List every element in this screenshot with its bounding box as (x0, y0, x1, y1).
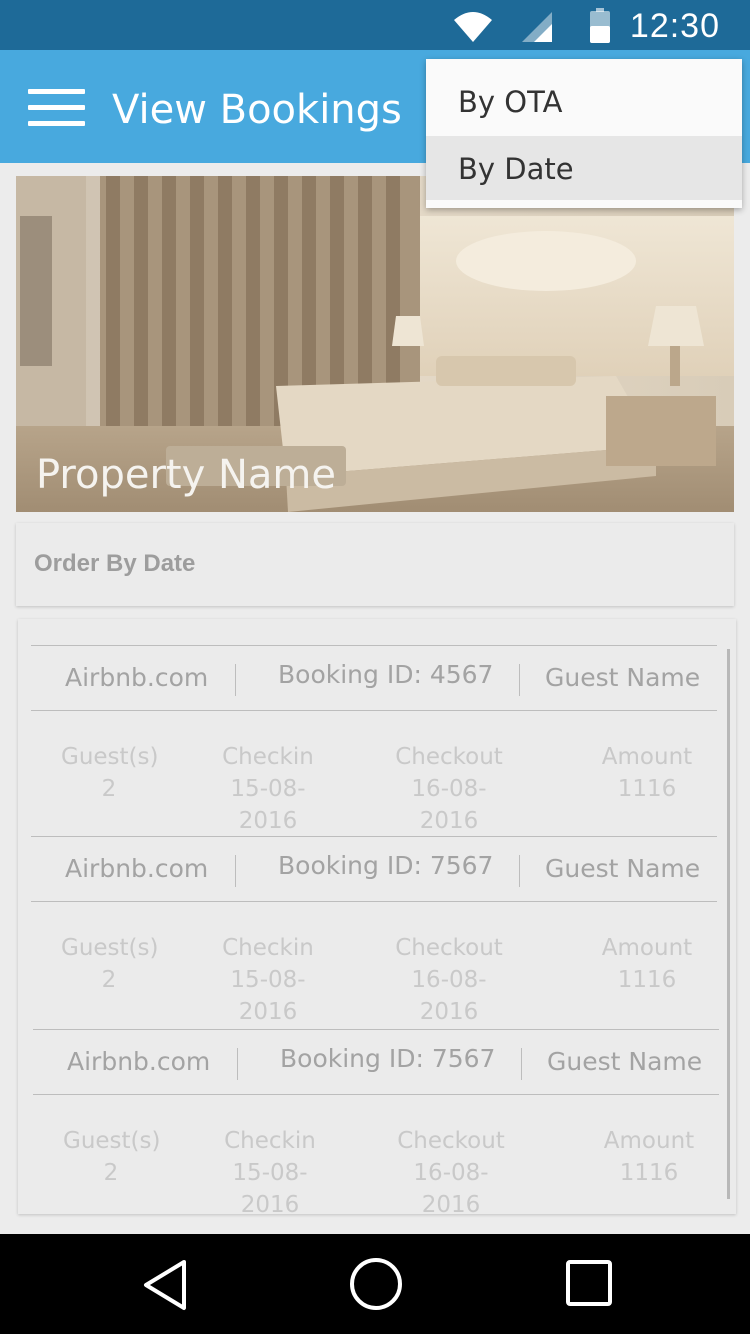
booking-header: Airbnb.com Booking ID: 4567 Guest Name (31, 645, 717, 711)
guest-name: Guest Name (547, 1047, 703, 1076)
booking-details: Guest(s) 2 Checkin 15-08-2016 Checkout 16-08-… (31, 902, 717, 1025)
guests-value: 2 (103, 1160, 119, 1186)
checkin-label: Checkin (222, 935, 314, 961)
status-time: 12:30 (629, 7, 720, 45)
recents-icon[interactable] (564, 1258, 614, 1308)
amount-value: 1116 (619, 1160, 679, 1186)
order-menu: By OTA By Date (426, 59, 742, 208)
divider (521, 1048, 522, 1080)
guest-name: Guest Name (545, 854, 701, 883)
divider (235, 664, 236, 696)
order-by-label: Order By Date (34, 550, 196, 577)
scrollbar[interactable] (727, 649, 730, 1199)
amount-label: Amount (603, 1128, 695, 1154)
checkout-value: 16-08-2016 (411, 967, 487, 1025)
booking-header: Airbnb.com Booking ID: 7567 Guest Name (33, 1029, 719, 1095)
booking-source: Airbnb.com (65, 854, 209, 883)
booking-source: Airbnb.com (65, 663, 209, 692)
checkin-column: Checkin 15-08-2016 (205, 1125, 335, 1221)
divider (519, 855, 520, 887)
amount-value: 1116 (617, 776, 677, 802)
navigation-bar (0, 1234, 750, 1334)
menu-item-label: By OTA (458, 85, 563, 119)
checkout-label: Checkout (397, 1128, 505, 1154)
checkin-label: Checkin (224, 1128, 316, 1154)
content: Property Name Order By Date Airbnb.com Bo… (0, 163, 750, 1234)
home-icon[interactable] (348, 1256, 404, 1312)
checkin-value: 15-08-2016 (230, 776, 306, 834)
page-title: View Bookings (112, 87, 402, 133)
checkin-column: Checkin 15-08-2016 (203, 741, 333, 837)
guests-label: Guest(s) (63, 1128, 161, 1154)
guests-column: Guest(s) 2 (61, 741, 159, 805)
booking-details: Guest(s) 2 Checkin 15-08-2016 Checkout 16-08-… (33, 1095, 719, 1218)
divider (519, 664, 520, 696)
checkout-column: Checkout 16-08-2016 (386, 1125, 516, 1221)
menu-item-by-date[interactable]: By Date (426, 136, 742, 200)
checkout-label: Checkout (395, 935, 503, 961)
booking-header: Airbnb.com Booking ID: 7567 Guest Name (31, 836, 717, 902)
checkout-label: Checkout (395, 744, 503, 770)
back-icon[interactable] (140, 1258, 194, 1312)
amount-value: 1116 (617, 967, 677, 993)
wifi-icon (454, 12, 492, 42)
guests-column: Guest(s) 2 (63, 1125, 161, 1189)
checkout-value: 16-08-2016 (413, 1160, 489, 1218)
battery-icon (590, 8, 610, 43)
checkin-value: 15-08-2016 (230, 967, 306, 1025)
booking-item[interactable]: Airbnb.com Booking ID: 7567 Guest Name Gues… (33, 1029, 719, 1218)
booking-item[interactable]: Airbnb.com Booking ID: 7567 Guest Name Gues… (31, 836, 717, 1025)
divider (237, 1048, 238, 1080)
booking-details: Guest(s) 2 Checkin 15-08-2016 Checkout 16-08-… (31, 711, 717, 834)
signal-icon (522, 12, 552, 42)
guests-label: Guest(s) (61, 744, 159, 770)
booking-item[interactable]: Airbnb.com Booking ID: 4567 Guest Name Gues… (31, 645, 717, 834)
booking-list: Airbnb.com Booking ID: 4567 Guest Name Gues… (18, 619, 736, 1218)
amount-column: Amount 1116 (601, 1125, 697, 1189)
checkout-column: Checkout 16-08-2016 (384, 741, 514, 837)
checkout-column: Checkout 16-08-2016 (384, 932, 514, 1028)
guests-label: Guest(s) (61, 935, 159, 961)
order-by-bar[interactable]: Order By Date (16, 523, 734, 606)
amount-label: Amount (601, 935, 693, 961)
amount-column: Amount 1116 (599, 741, 695, 805)
guest-name: Guest Name (545, 663, 701, 692)
status-bar: 12:30 (0, 0, 750, 50)
checkin-value: 15-08-2016 (232, 1160, 308, 1218)
checkin-column: Checkin 15-08-2016 (203, 932, 333, 1028)
property-image: Property Name (16, 176, 734, 512)
guests-column: Guest(s) 2 (61, 932, 159, 996)
menu-icon[interactable] (28, 89, 85, 127)
checkout-value: 16-08-2016 (411, 776, 487, 834)
checkin-label: Checkin (222, 744, 314, 770)
menu-item-label: By Date (458, 152, 574, 186)
divider (235, 855, 236, 887)
booking-id: Booking ID: 4567 (278, 660, 494, 689)
booking-id: Booking ID: 7567 (278, 851, 494, 880)
booking-source: Airbnb.com (67, 1047, 211, 1076)
menu-item-by-ota[interactable]: By OTA (426, 69, 742, 133)
amount-label: Amount (601, 744, 693, 770)
property-name: Property Name (36, 452, 336, 498)
guests-value: 2 (101, 776, 117, 802)
amount-column: Amount 1116 (599, 932, 695, 996)
guests-value: 2 (101, 967, 117, 993)
booking-id: Booking ID: 7567 (280, 1044, 496, 1073)
